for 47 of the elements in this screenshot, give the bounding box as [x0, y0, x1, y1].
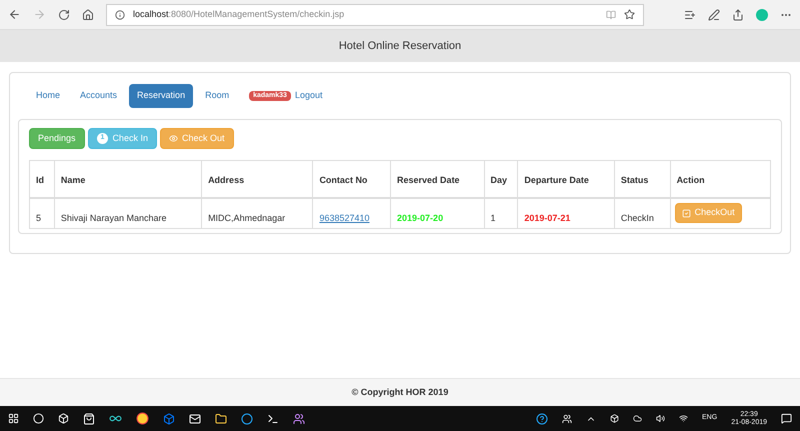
column-header: Action	[676, 175, 705, 185]
column-header: Status	[620, 175, 648, 185]
table-cell: Shivaji Narayan Manchare	[60, 213, 166, 223]
nav-tab[interactable]: Room	[197, 84, 238, 108]
table-cell: CheckIn	[620, 213, 654, 223]
volume-icon[interactable]	[656, 414, 666, 423]
nav-tab[interactable]: Reservation	[129, 84, 194, 108]
info-icon	[115, 10, 125, 20]
table-cell: 2019-07-21	[524, 213, 570, 223]
store-icon[interactable]	[83, 412, 95, 424]
cloud-icon[interactable]	[633, 414, 642, 423]
nav-tab[interactable]: Accounts	[72, 84, 126, 108]
column-header: Day	[490, 175, 508, 185]
wifi-icon[interactable]	[679, 414, 688, 423]
favorites-icon[interactable]	[684, 8, 696, 20]
refresh-icon[interactable]	[58, 8, 70, 20]
copyright-text: © Copyright HOR 2019	[352, 386, 448, 399]
phone-link[interactable]: 9638527410	[319, 213, 370, 223]
url-text: localhost:8080/HotelManagementSystem/checkin.jsp	[133, 8, 346, 21]
pen-icon[interactable]	[708, 8, 720, 20]
terminal-icon[interactable]	[267, 412, 279, 424]
eye-icon	[168, 134, 178, 143]
address-bar[interactable]: localhost:8080/HotelManagementSystem/checkin.jsp	[106, 4, 644, 26]
table-cell: 5	[36, 213, 42, 223]
column-header: Address	[208, 175, 244, 185]
folder-icon[interactable]	[215, 412, 227, 424]
back-icon[interactable]	[8, 8, 21, 21]
home-icon[interactable]	[82, 8, 94, 20]
column-header: Name	[60, 175, 86, 185]
site-title: Hotel Online Reservation	[338, 38, 462, 54]
people-icon[interactable]	[562, 414, 572, 424]
table-cell: MIDC,Ahmednagar	[208, 213, 286, 223]
start-icon[interactable]	[8, 413, 19, 424]
column-header: Reserved Date	[397, 175, 460, 185]
check-square-icon	[682, 208, 691, 218]
help-icon[interactable]	[536, 412, 548, 424]
nav-tab[interactable]: Home	[28, 84, 68, 108]
table-cell: 2019-07-20	[397, 213, 444, 223]
notification-icon[interactable]	[781, 413, 792, 424]
table-cell: 1	[490, 213, 496, 223]
column-header: Departure Date	[524, 175, 589, 185]
star-icon[interactable]	[624, 9, 635, 20]
column-header: Contact No	[319, 175, 368, 185]
share-icon[interactable]	[732, 8, 744, 20]
column-header: Id	[36, 175, 44, 185]
filter-button[interactable]: Pendings	[29, 128, 85, 149]
mail-icon[interactable]	[189, 412, 201, 424]
